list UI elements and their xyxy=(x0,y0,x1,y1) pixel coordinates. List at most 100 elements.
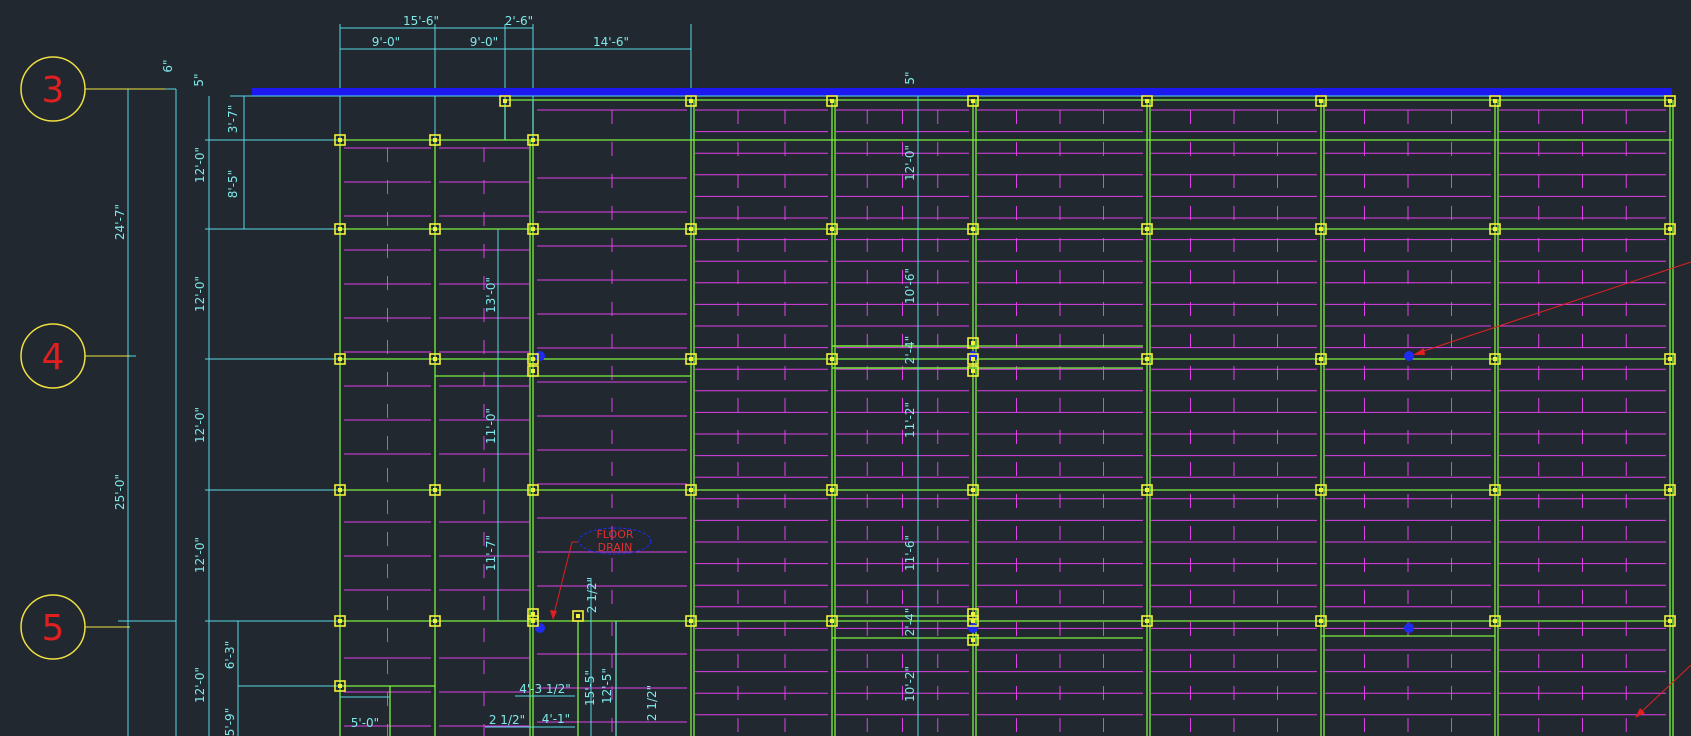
floor-drain-label-2: DRAIN xyxy=(598,541,633,554)
column-core xyxy=(830,357,834,361)
column-core xyxy=(830,619,834,623)
column-core xyxy=(1319,227,1323,231)
column-core xyxy=(830,99,834,103)
dim-top-bay-1: 9'-0" xyxy=(372,35,400,49)
dim-bottom-7: 4'-1" xyxy=(542,712,570,726)
column-core xyxy=(531,138,535,142)
dim-left-inner-bottom-1: 6'-3" xyxy=(223,641,237,669)
column-core xyxy=(1493,227,1497,231)
dim-bottom-8: 5'-0" xyxy=(351,716,379,730)
floor-drain-marker xyxy=(968,623,978,633)
column-core xyxy=(1319,99,1323,103)
floor-drain-marker xyxy=(1404,351,1414,361)
column-core xyxy=(1145,619,1149,623)
dim-col-b-7: 2'-4" xyxy=(903,608,917,636)
column-core xyxy=(338,684,342,688)
dim-left-mid-1: 12'-0" xyxy=(193,147,207,183)
dim-bottom-1: 2 1/2" xyxy=(585,577,599,613)
column-core xyxy=(971,341,975,345)
column-core xyxy=(1493,357,1497,361)
dim-col-b-2: 12'-0" xyxy=(903,145,917,181)
column-core xyxy=(971,369,975,373)
dim-bottom-2: 15'-5" xyxy=(583,670,597,706)
column-core xyxy=(689,488,693,492)
column-core xyxy=(338,227,342,231)
dim-bottom-5: 4'-3 1/2" xyxy=(519,682,571,696)
slab-edge-line xyxy=(252,88,1672,96)
column-core xyxy=(830,227,834,231)
dim-col-b-3: 10'-6" xyxy=(903,268,917,304)
dim-col-a-1: 13'-0" xyxy=(484,277,498,313)
grid-label: 4 xyxy=(42,337,65,378)
column-core xyxy=(689,619,693,623)
column-core xyxy=(830,488,834,492)
column-core xyxy=(531,488,535,492)
dim-left-outer-small: 6" xyxy=(161,59,175,72)
column-core xyxy=(971,227,975,231)
column-core xyxy=(971,612,975,616)
dim-col-a-2: 11'-0" xyxy=(484,408,498,444)
column-core xyxy=(1145,227,1149,231)
column-core xyxy=(433,138,437,142)
column-core xyxy=(531,227,535,231)
dim-col-a-3: 11'-7" xyxy=(484,535,498,571)
column-core xyxy=(971,99,975,103)
dim-left-mid-5: 12'-0" xyxy=(193,667,207,703)
column-core xyxy=(338,138,342,142)
dim-col-b-5: 11'-2" xyxy=(903,402,917,438)
column-core xyxy=(531,612,535,616)
column-core xyxy=(1668,227,1672,231)
floor-drain-label-1: FLOOR xyxy=(596,528,633,541)
column-core xyxy=(1493,99,1497,103)
dim-bottom-4: 2 1/2" xyxy=(645,685,659,721)
column-core xyxy=(338,488,342,492)
column-core xyxy=(1668,357,1672,361)
dim-left-mid-3: 12'-0" xyxy=(193,407,207,443)
dim-bottom-3: 12'-5" xyxy=(600,668,614,704)
column-core xyxy=(689,357,693,361)
column-core xyxy=(433,227,437,231)
dim-left-outer-1: 24'-7" xyxy=(113,204,127,240)
column-core xyxy=(531,369,535,373)
dim-left-outer-2: 25'-0" xyxy=(113,474,127,510)
dim-col-b-6: 11'-6" xyxy=(903,535,917,571)
column-core xyxy=(1668,99,1672,103)
column-core xyxy=(433,357,437,361)
grid-label: 5 xyxy=(42,608,65,649)
column-core xyxy=(1319,619,1323,623)
dim-left-mid-2: 12'-0" xyxy=(193,276,207,312)
cad-drawing-canvas[interactable]: 3 4 5 15'-6" 2'-6" 9'-0" 9'-0" 14'-6" 6"… xyxy=(0,0,1691,736)
framing-plan: 3 4 5 15'-6" 2'-6" 9'-0" 9'-0" 14'-6" 6"… xyxy=(0,0,1691,736)
column-core xyxy=(338,357,342,361)
column-core xyxy=(689,99,693,103)
dim-top-bay-3: 14'-6" xyxy=(593,35,629,49)
column-core xyxy=(971,488,975,492)
column-core xyxy=(1668,488,1672,492)
column-core xyxy=(971,357,975,361)
dim-col-b-8: 10'-2" xyxy=(903,666,917,702)
dim-col-b-4: 2'-4" xyxy=(903,336,917,364)
floor-drain-marker xyxy=(535,623,545,633)
dim-left-inner-bottom-2: 5'-9" xyxy=(223,708,237,736)
column-core xyxy=(1493,488,1497,492)
column-core xyxy=(1145,99,1149,103)
dim-left-inner-top-1: 3'-7" xyxy=(226,105,240,133)
floor-drain-marker xyxy=(535,351,545,361)
dim-left-edge-small: 5" xyxy=(192,73,206,86)
column-core xyxy=(1319,488,1323,492)
column-core xyxy=(689,227,693,231)
dim-top-overall-2: 2'-6" xyxy=(505,14,533,28)
column-core xyxy=(503,99,507,103)
dim-top-overall-1: 15'-6" xyxy=(403,14,439,28)
dim-bottom-6: 2 1/2" xyxy=(489,713,525,727)
column-core xyxy=(338,619,342,623)
column-core xyxy=(433,619,437,623)
column-core xyxy=(1145,488,1149,492)
grid-label: 3 xyxy=(42,70,65,111)
column-core xyxy=(1319,357,1323,361)
column-core xyxy=(1493,619,1497,623)
dim-left-inner-top-2: 8'-5" xyxy=(226,170,240,198)
column-core xyxy=(576,614,580,618)
column-core xyxy=(971,638,975,642)
column-core xyxy=(1668,619,1672,623)
